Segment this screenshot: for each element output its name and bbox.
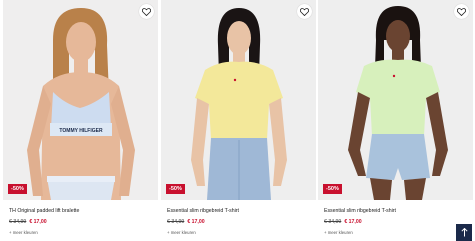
product-image[interactable]: -50% <box>161 0 316 200</box>
product-name[interactable]: TH Original padded lift bralette <box>9 208 79 214</box>
product-price: € 34,99 € 17,00 <box>9 219 47 225</box>
discount-badge: -50% <box>166 184 185 194</box>
wishlist-button[interactable] <box>297 4 312 19</box>
wishlist-button[interactable] <box>139 4 154 19</box>
arrow-up-icon <box>460 228 468 237</box>
product-image[interactable]: TOMMY HILFIGER -50% <box>3 0 158 200</box>
sale-price: € 17,00 <box>187 219 205 225</box>
wishlist-button[interactable] <box>454 4 469 19</box>
product-card[interactable]: TOMMY HILFIGER -50% TH Original padded l… <box>3 0 158 241</box>
scroll-to-top-button[interactable] <box>456 224 472 241</box>
product-card[interactable]: -50% Essential slim ribgebreid T-shirt €… <box>318 0 473 241</box>
original-price: € 34,99 <box>324 219 342 225</box>
discount-badge: -50% <box>8 184 27 194</box>
sale-price: € 17,00 <box>344 219 362 225</box>
more-colors-link[interactable]: + meer kleuren <box>9 230 38 235</box>
sale-price: € 17,00 <box>29 219 47 225</box>
product-name[interactable]: Essential slim ribgebreid T-shirt <box>324 208 396 214</box>
heart-icon <box>457 7 466 16</box>
band-logo-text: TOMMY HILFIGER <box>59 128 103 134</box>
product-card[interactable]: -50% Essential slim ribgebreid T-shirt €… <box>161 0 316 241</box>
heart-icon <box>142 7 151 16</box>
heart-icon <box>300 7 309 16</box>
original-price: € 34,99 <box>167 219 185 225</box>
product-price: € 34,99 € 17,00 <box>324 219 362 225</box>
product-grid: TOMMY HILFIGER -50% TH Original padded l… <box>0 0 475 241</box>
discount-badge: -50% <box>323 184 342 194</box>
more-colors-link[interactable]: + meer kleuren <box>167 230 196 235</box>
more-colors-link[interactable]: + meer kleuren <box>324 230 353 235</box>
product-name[interactable]: Essential slim ribgebreid T-shirt <box>167 208 239 214</box>
product-price: € 34,99 € 17,00 <box>167 219 205 225</box>
original-price: € 34,99 <box>9 219 27 225</box>
product-image[interactable]: -50% <box>318 0 473 200</box>
